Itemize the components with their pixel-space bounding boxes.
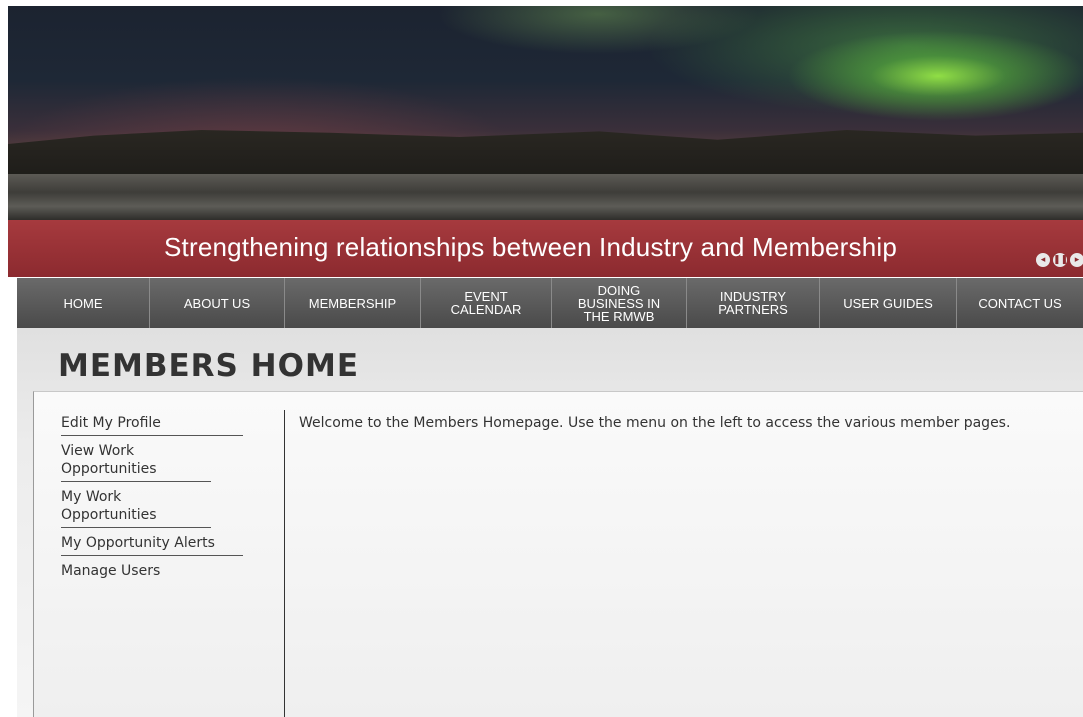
sidebar-item-manage-users[interactable]: Manage Users xyxy=(61,561,243,583)
nav-item-contact-us[interactable]: CONTACT US xyxy=(957,278,1083,328)
nav-item-event-calendar[interactable]: EVENT CALENDAR xyxy=(421,278,552,328)
header-banner-image xyxy=(8,6,1083,220)
sidebar-item-my-work-opportunities[interactable]: My Work Opportunities xyxy=(61,487,211,528)
nav-item-membership[interactable]: MEMBERSHIP xyxy=(285,278,421,328)
banner-water xyxy=(8,174,1083,220)
sidebar-item-edit-profile[interactable]: Edit My Profile xyxy=(61,413,243,436)
slider-controls: ◂ ❚❚ ▸ xyxy=(1036,253,1083,267)
member-sidebar: Edit My Profile View Work Opportunities … xyxy=(61,413,243,583)
nav-item-home[interactable]: HOME xyxy=(17,278,150,328)
tagline: Strengthening relationships between Indu… xyxy=(164,232,898,262)
welcome-message: Welcome to the Members Homepage. Use the… xyxy=(299,415,1011,431)
nav-item-user-guides[interactable]: USER GUIDES xyxy=(820,278,957,328)
next-slide-icon[interactable]: ▸ xyxy=(1070,253,1083,267)
content-divider xyxy=(284,410,285,717)
main-nav: HOME ABOUT US MEMBERSHIP EVENT CALENDAR … xyxy=(17,278,1083,328)
nav-item-industry-partners[interactable]: INDUSTRY PARTNERS xyxy=(687,278,820,328)
page-title: MEMBERS HOME xyxy=(58,348,359,384)
nav-item-about-us[interactable]: ABOUT US xyxy=(150,278,285,328)
previous-slide-icon[interactable]: ◂ xyxy=(1036,253,1050,267)
sidebar-item-opportunity-alerts[interactable]: My Opportunity Alerts xyxy=(61,533,243,556)
sidebar-item-view-work-opportunities[interactable]: View Work Opportunities xyxy=(61,441,211,482)
pause-slide-icon[interactable]: ❚❚ xyxy=(1053,253,1068,267)
nav-item-doing-business[interactable]: DOING BUSINESS IN THE RMWB xyxy=(552,278,687,328)
